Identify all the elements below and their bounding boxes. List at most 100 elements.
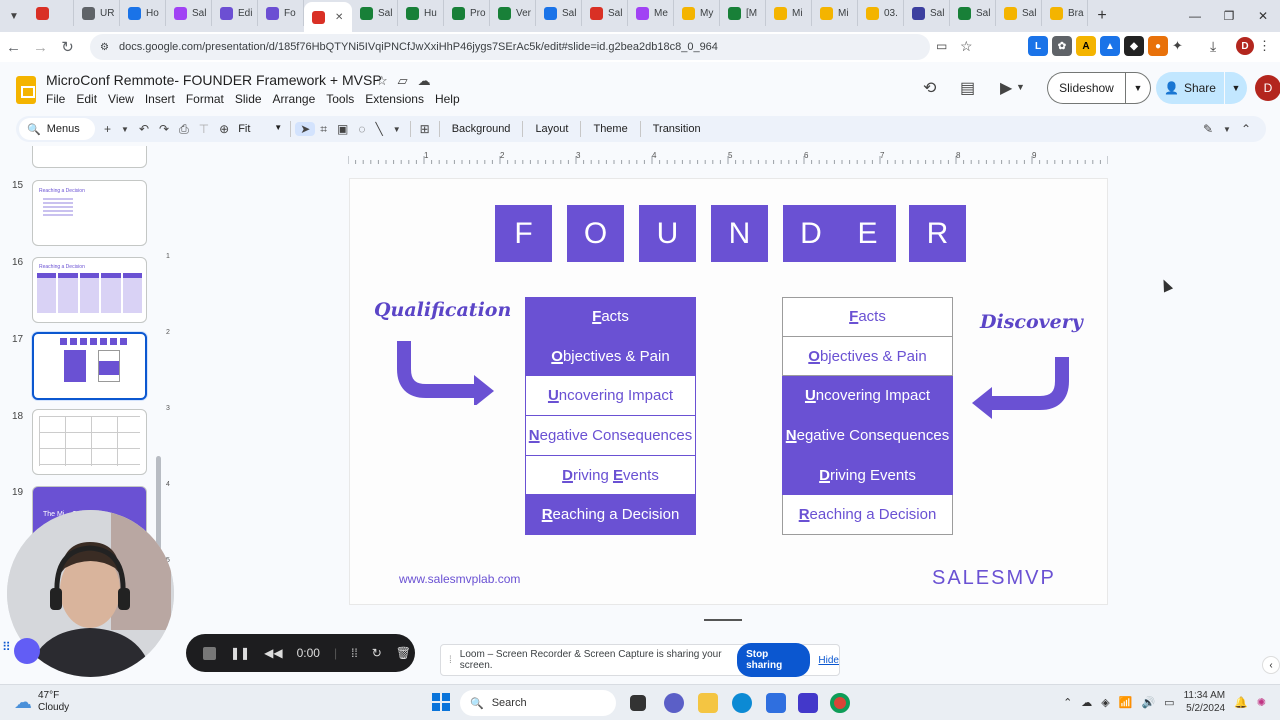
browser-tab[interactable]: Me: [628, 0, 674, 26]
browser-tab[interactable]: Sal: [904, 0, 950, 26]
menu-tools[interactable]: Tools: [326, 92, 354, 106]
cast-icon[interactable]: ▭: [936, 39, 956, 53]
framework-cell[interactable]: Uncovering Impact: [525, 376, 696, 417]
tab-search-icon[interactable]: ▼: [0, 2, 28, 30]
slide-website-link[interactable]: www.salesmvplab.com: [399, 572, 520, 586]
line-icon[interactable]: ╲: [371, 122, 388, 136]
slide-thumbnail-partial[interactable]: [32, 146, 147, 168]
maximize-icon[interactable]: ❐: [1212, 0, 1246, 32]
browser-tab[interactable]: Ver: [490, 0, 536, 26]
extensions-puzzle-icon[interactable]: ✦: [1172, 38, 1194, 54]
windows-start-icon[interactable]: [432, 693, 450, 711]
move-folder-icon[interactable]: ▱: [398, 73, 408, 89]
site-info-icon[interactable]: ⚙: [100, 42, 109, 53]
browser-tab[interactable]: Hu: [398, 0, 444, 26]
teams-icon[interactable]: [664, 693, 684, 713]
slide-canvas[interactable]: FOUNDER Qualification Discovery Facts Obj…: [349, 178, 1108, 605]
browser-tab[interactable]: Bra: [1042, 0, 1088, 26]
undo-icon[interactable]: ↶: [134, 122, 154, 136]
restart-icon[interactable]: ↻: [372, 646, 382, 660]
menu-insert[interactable]: Insert: [145, 92, 175, 106]
browser-tab[interactable]: Edi: [212, 0, 258, 26]
founder-letter-o[interactable]: O: [567, 205, 624, 262]
framework-cell[interactable]: Reaching a Decision: [525, 495, 696, 536]
tray-overflow-icon[interactable]: ⌃: [1063, 696, 1072, 709]
browser-tab[interactable]: Sal: [166, 0, 212, 26]
founder-letter-u[interactable]: U: [639, 205, 696, 262]
framework-cell[interactable]: Reaching a Decision: [782, 495, 953, 536]
comment-add-icon[interactable]: ⊞: [415, 122, 435, 136]
zoom-icon[interactable]: ⊕: [214, 122, 234, 136]
slide-thumbnail-15[interactable]: Reaching a Decision: [32, 180, 147, 246]
file-explorer-icon[interactable]: [698, 693, 718, 713]
background-button[interactable]: Background: [444, 123, 519, 135]
menu-file[interactable]: File: [46, 92, 65, 106]
browser-tab[interactable]: Sal: [582, 0, 628, 26]
frame-tool-icon[interactable]: ⌗: [315, 122, 332, 137]
user-avatar[interactable]: D: [1255, 75, 1280, 101]
qualification-arrow-icon[interactable]: [396, 339, 496, 405]
close-tab-icon[interactable]: ✕: [335, 12, 343, 23]
menu-slide[interactable]: Slide: [235, 92, 262, 106]
meet-dropdown-icon[interactable]: ▼: [1016, 82, 1025, 92]
task-view-icon[interactable]: [630, 695, 646, 711]
extension-icon-3[interactable]: A: [1076, 36, 1096, 56]
weather-widget[interactable]: ☁ 47°F Cloudy: [14, 690, 69, 714]
slideshow-button[interactable]: Slideshow: [1047, 72, 1125, 104]
minimize-icon[interactable]: —: [1178, 0, 1212, 32]
menu-view[interactable]: View: [108, 92, 134, 106]
teams-tray-icon[interactable]: ◈: [1101, 696, 1109, 709]
taskbar-search-input[interactable]: 🔍 Search: [460, 690, 616, 716]
meet-video-icon[interactable]: ▶: [1000, 78, 1012, 98]
profile-avatar-icon[interactable]: D: [1236, 37, 1254, 55]
discovery-arrow-icon[interactable]: [970, 355, 1072, 421]
browser-tab[interactable]: ✕: [304, 2, 352, 32]
discovery-label[interactable]: Discovery: [980, 311, 1083, 333]
slideshow-dropdown-icon[interactable]: ▼: [1125, 72, 1151, 104]
browser-tab[interactable]: UR: [74, 0, 120, 26]
stop-sharing-button[interactable]: Stop sharing: [737, 643, 811, 677]
share-button[interactable]: 👤 Share: [1156, 72, 1224, 104]
browser-tab[interactable]: 03.: [858, 0, 904, 26]
speaker-notes-handle[interactable]: [704, 619, 742, 621]
rewind-icon[interactable]: ◀◀: [264, 646, 282, 660]
extension-icon-1[interactable]: L: [1028, 36, 1048, 56]
download-icon[interactable]: ⤓: [1210, 38, 1232, 55]
back-icon[interactable]: ←: [0, 39, 27, 56]
framework-cell[interactable]: Objectives & Pain: [525, 336, 696, 377]
new-slide-icon[interactable]: +: [99, 122, 116, 136]
wifi-icon[interactable]: 📶: [1119, 696, 1133, 709]
browser-menu-icon[interactable]: ⋮: [1258, 38, 1278, 54]
collapse-toolbar-icon[interactable]: ⌃: [1236, 122, 1256, 136]
extension-icon-4[interactable]: ▲: [1100, 36, 1120, 56]
menu-format[interactable]: Format: [186, 92, 224, 106]
layout-button[interactable]: Layout: [527, 123, 576, 135]
system-clock[interactable]: 11:34 AM 5/2/2024: [1184, 689, 1226, 715]
line-dropdown-icon[interactable]: ▼: [388, 125, 406, 134]
menu-edit[interactable]: Edit: [76, 92, 97, 106]
browser-tab[interactable]: [M: [720, 0, 766, 26]
slide-thumbnail-17[interactable]: [32, 332, 147, 400]
framework-cell[interactable]: Objectives & Pain: [782, 336, 953, 377]
new-slide-dropdown-icon[interactable]: ▼: [116, 125, 134, 134]
browser-tab[interactable]: [28, 0, 74, 26]
reload-icon[interactable]: ↻: [54, 38, 81, 56]
browser-tab[interactable]: Sal: [950, 0, 996, 26]
vs-code-icon[interactable]: [798, 693, 818, 713]
framework-cell[interactable]: Driving Events: [782, 455, 953, 496]
loom-grid-icon[interactable]: ⁞⁞: [351, 646, 358, 660]
menu-arrange[interactable]: Arrange: [273, 92, 316, 106]
browser-tab[interactable]: Pro: [444, 0, 490, 26]
hide-notice-link[interactable]: Hide: [818, 655, 839, 666]
bookmark-star-icon[interactable]: ☆: [960, 38, 984, 55]
loom-launcher-icon[interactable]: [14, 638, 40, 664]
version-history-icon[interactable]: ⟲: [923, 78, 936, 98]
browser-tab[interactable]: Mi: [812, 0, 858, 26]
url-field[interactable]: ⚙ docs.google.com/presentation/d/185f76H…: [90, 34, 930, 60]
shape-icon[interactable]: ◌: [353, 122, 370, 136]
extension-icon-5[interactable]: ◆: [1124, 36, 1144, 56]
extension-icon-6[interactable]: ●: [1148, 36, 1168, 56]
founder-letter-f[interactable]: F: [495, 205, 552, 262]
slide-thumbnail-18[interactable]: [32, 409, 147, 475]
framework-cell[interactable]: Negative Consequences: [782, 416, 953, 456]
